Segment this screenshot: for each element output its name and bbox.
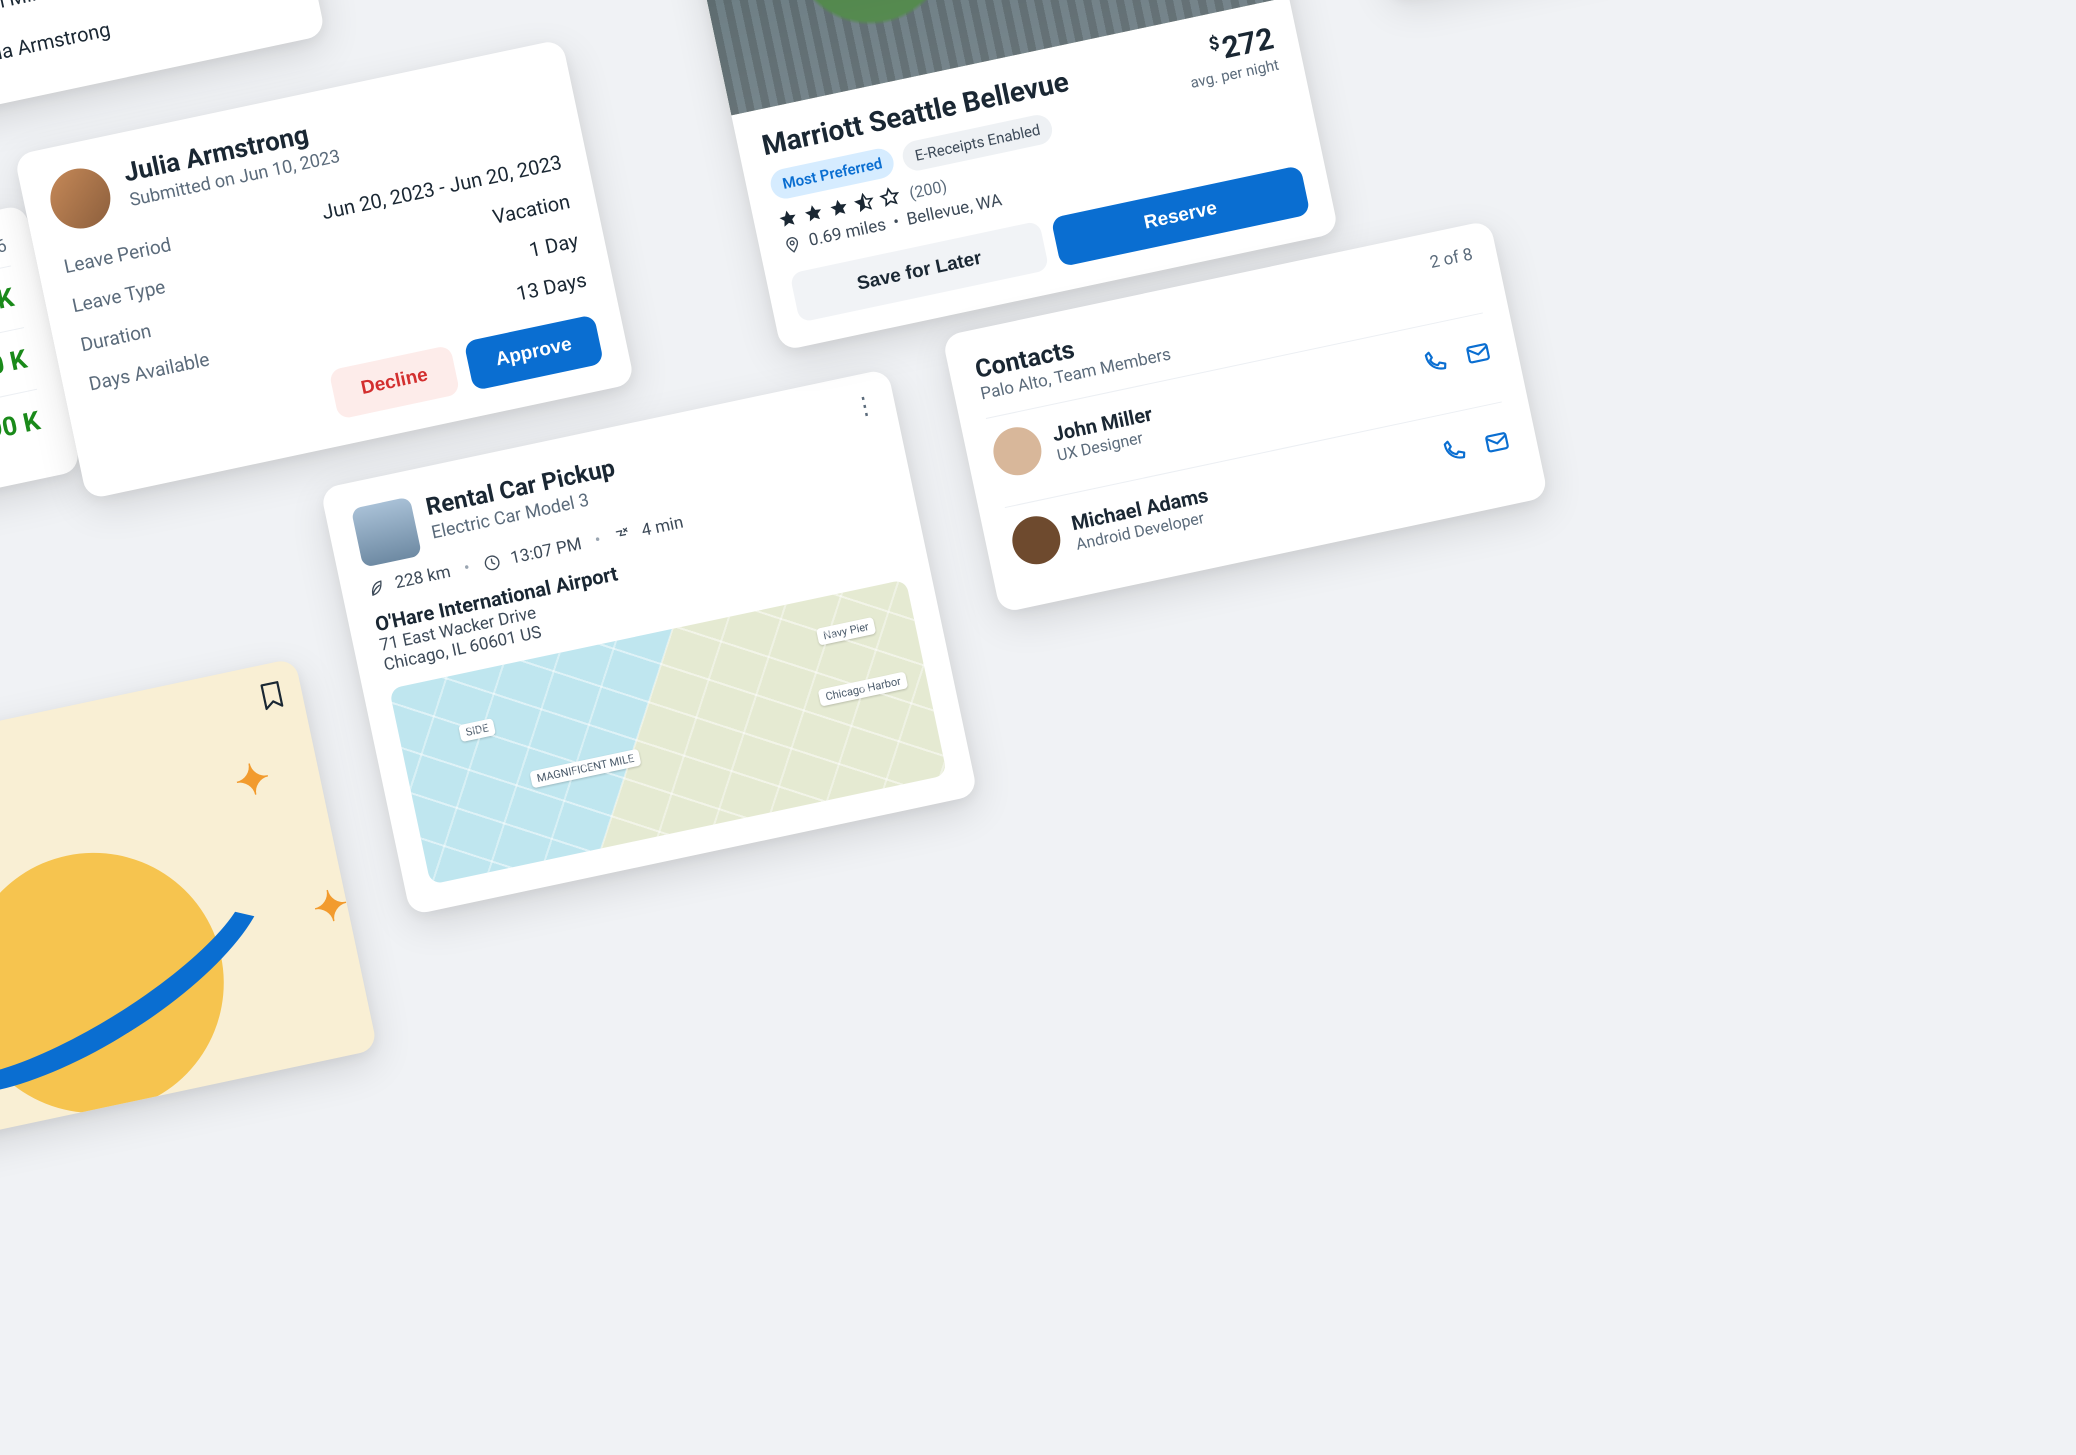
star-outline-icon (878, 185, 902, 209)
pin-icon (782, 234, 803, 255)
mail-icon[interactable] (1463, 338, 1494, 369)
mail-icon[interactable] (1482, 427, 1513, 458)
requester-avatar (45, 163, 116, 234)
contact-avatar (989, 423, 1046, 480)
clock-icon (482, 552, 503, 573)
person-name: Julia Armstrong (0, 17, 112, 70)
rental-car-card: ⋮ Rental Car Pickup Electric Car Model 3… (320, 368, 978, 915)
duration-label: Duration (78, 319, 153, 357)
planet-illustration: ✦ ✦ (0, 689, 347, 1118)
walk-icon (613, 524, 634, 545)
decline-button[interactable]: Decline (329, 345, 460, 420)
car-thumbnail (351, 497, 422, 568)
review-count: (200) (907, 176, 948, 202)
star-icon (827, 196, 851, 220)
leave-request-card: Julia Armstrong Submitted on Jun 10, 202… (14, 39, 635, 500)
amount-row[interactable]: $ 990 K (0, 389, 50, 513)
contact-avatar (1008, 512, 1065, 569)
star-icon (776, 207, 800, 231)
star-half-icon (853, 191, 877, 215)
rental-time: 13:07 PM (509, 534, 584, 569)
approve-button[interactable]: Approve (464, 314, 605, 391)
phone-icon[interactable] (1439, 436, 1470, 467)
rental-range: 228 km (393, 562, 452, 593)
phone-icon[interactable] (1420, 347, 1451, 378)
days-available-value: 13 Days (514, 267, 589, 305)
duration-value: 1 Day (527, 228, 580, 262)
illustration-card: ✦ ✦ (0, 658, 378, 1149)
rental-walk-time: 4 min (640, 512, 685, 540)
star-icon (802, 202, 826, 226)
leaf-icon (366, 577, 387, 598)
more-icon[interactable]: ⋮ (850, 390, 879, 422)
